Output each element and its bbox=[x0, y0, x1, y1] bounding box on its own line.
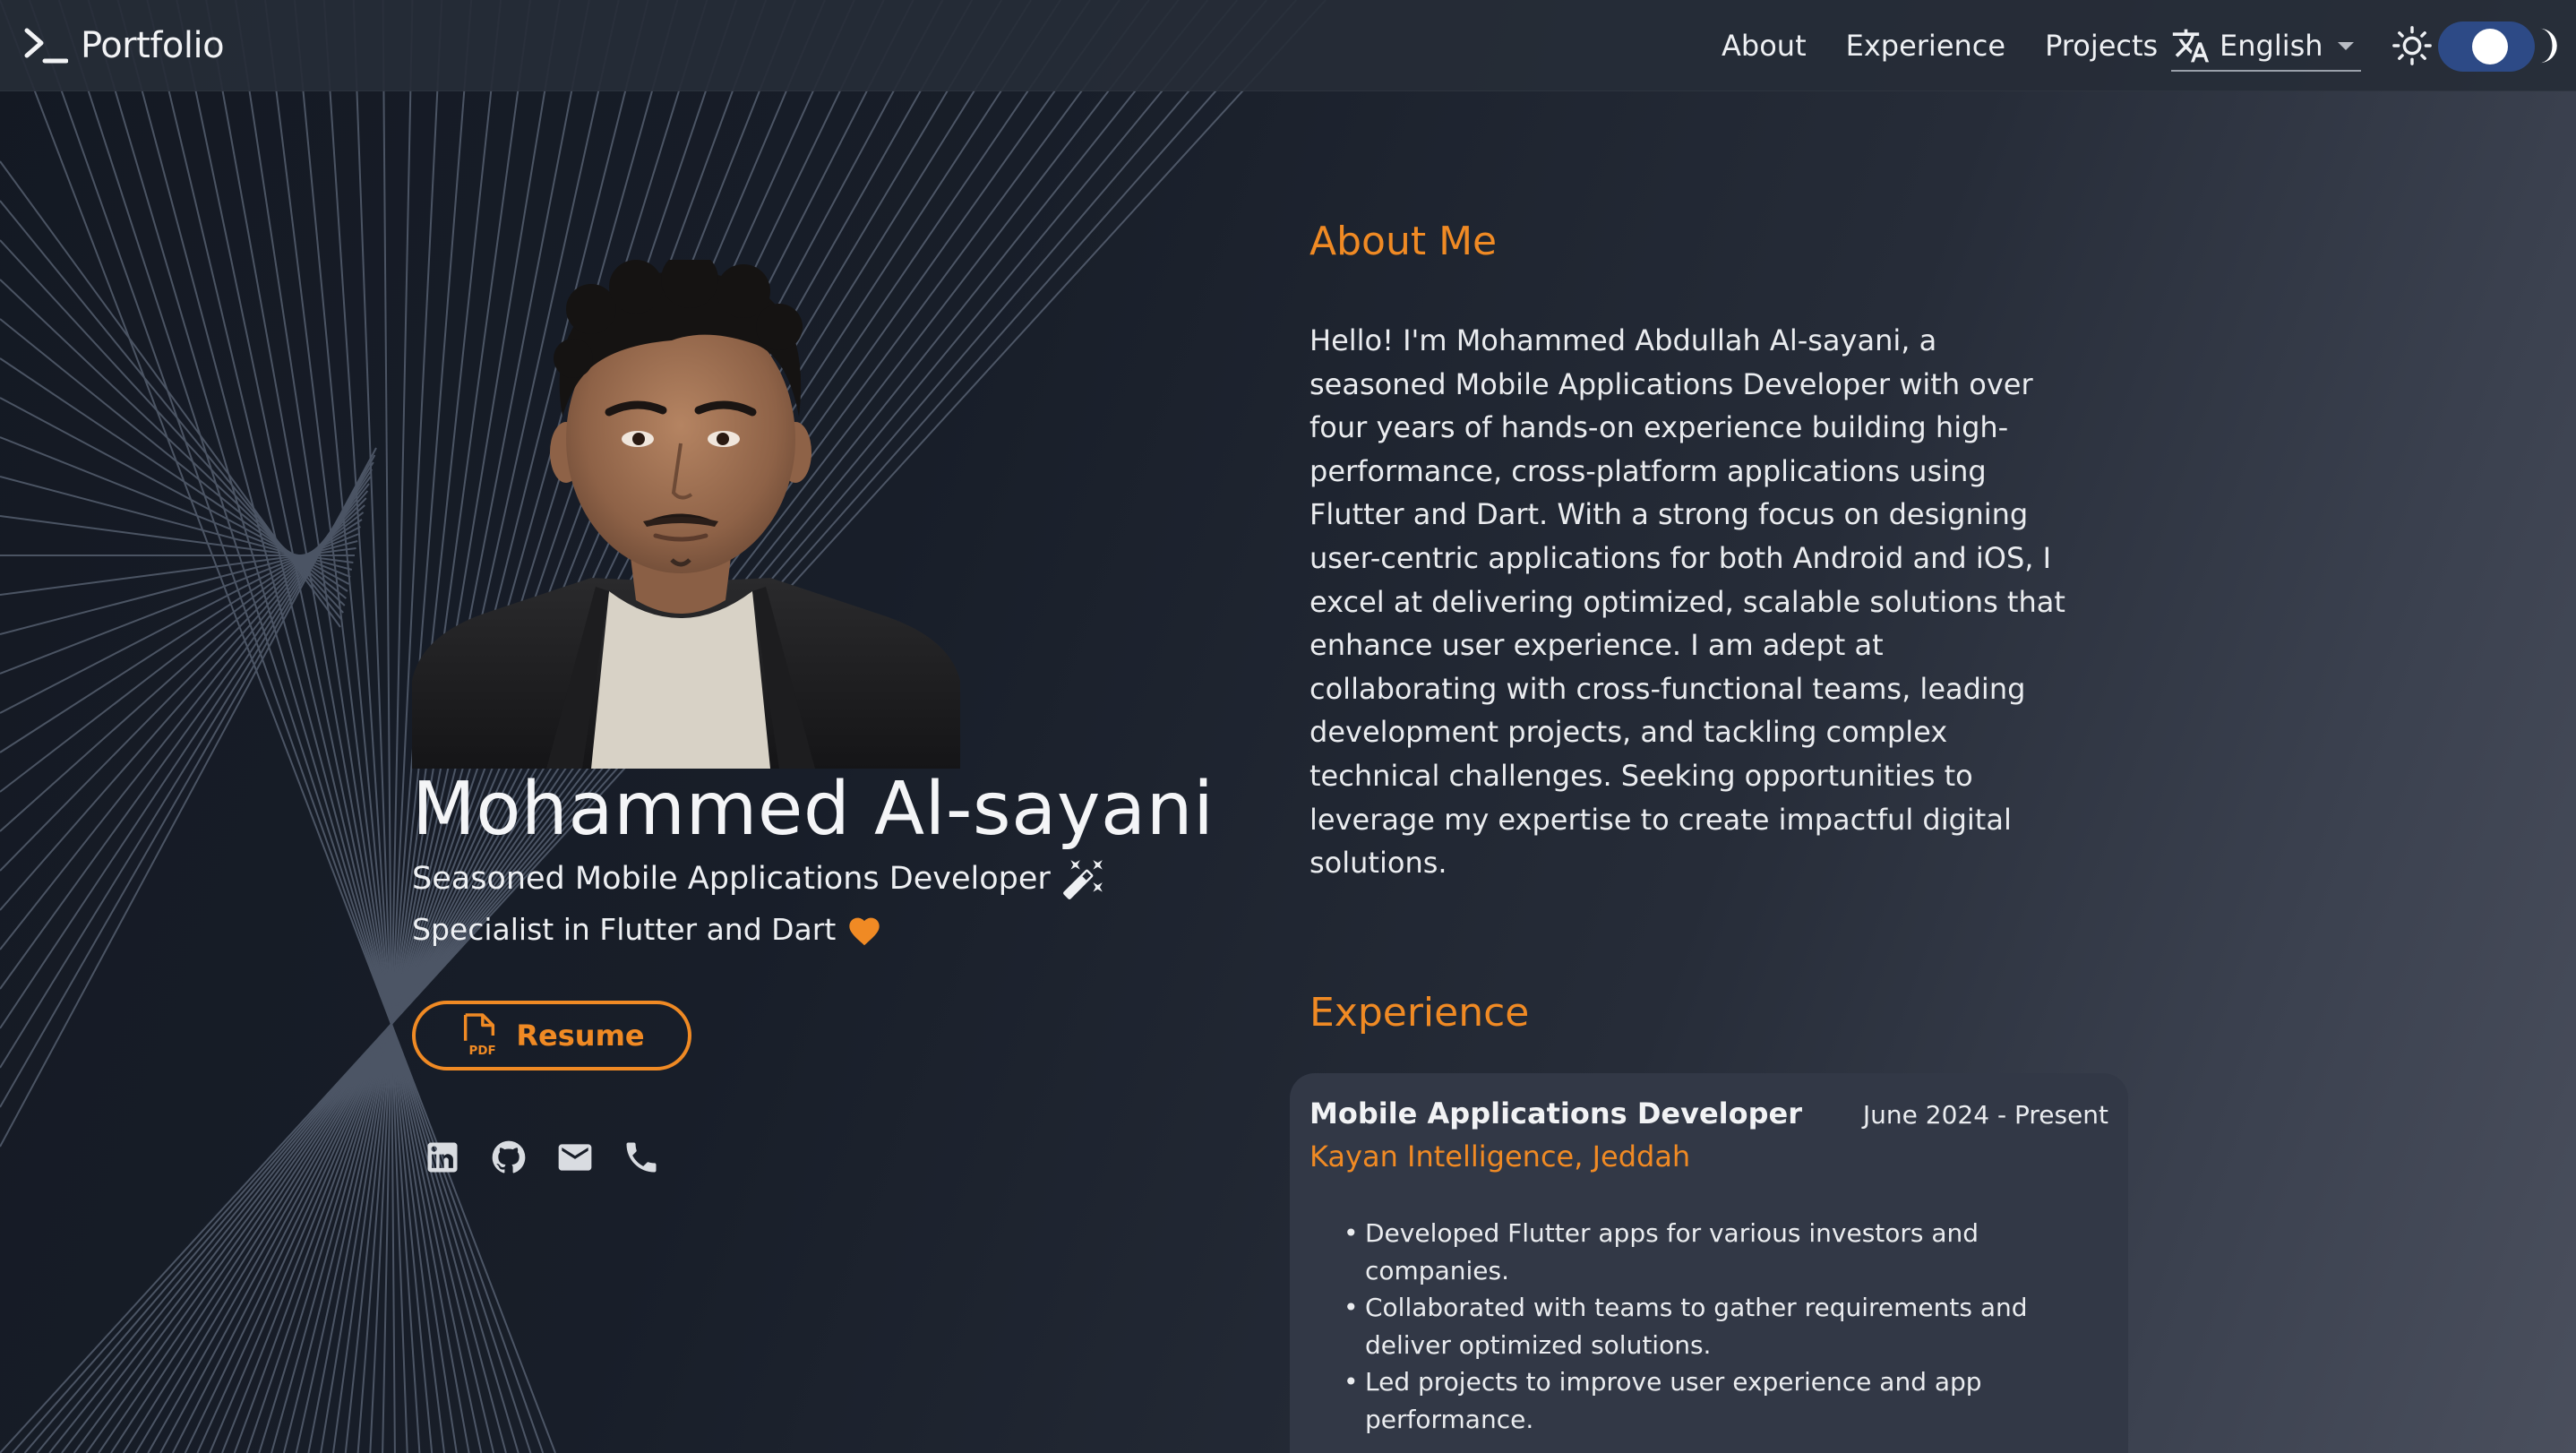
profile-tagline-text: Seasoned Mobile Applications Developer bbox=[412, 861, 1051, 897]
about-description: Hello! I'm Mohammed Abdullah Al-sayani, … bbox=[1309, 323, 2065, 881]
profile-tagline: Seasoned Mobile Applications Developer bbox=[412, 856, 1106, 901]
chevron-down-icon bbox=[2337, 42, 2354, 50]
pdf-file-icon: PDF bbox=[464, 1013, 496, 1058]
theme-toggle[interactable] bbox=[2438, 21, 2535, 72]
experience-card: Mobile Applications Developer June 2024 … bbox=[1290, 1073, 2128, 1453]
magic-wand-icon bbox=[1062, 860, 1103, 899]
background-line-art bbox=[0, 0, 1327, 1453]
navbar: Portfolio About Experience Projects Engl… bbox=[0, 0, 2576, 91]
profile-subtitle: Specialist in Flutter and Dart bbox=[412, 912, 882, 947]
experience-section-title: Experience bbox=[1309, 990, 1530, 1036]
moon-icon bbox=[2539, 28, 2557, 64]
linkedin-icon[interactable] bbox=[423, 1138, 462, 1177]
heart-icon bbox=[849, 917, 880, 945]
phone-icon[interactable] bbox=[622, 1138, 661, 1177]
nav-link-about[interactable]: About bbox=[1722, 29, 1807, 63]
resume-button-label: Resume bbox=[516, 1019, 645, 1053]
language-selected-label: English bbox=[2220, 29, 2323, 63]
profile-subtitle-text: Specialist in Flutter and Dart bbox=[412, 912, 837, 947]
about-section-title: About Me bbox=[1309, 219, 1498, 264]
job-dates: June 2024 - Present bbox=[1862, 1100, 2108, 1130]
job-bullet: Collaborated with teams to gather requir… bbox=[1344, 1289, 2082, 1363]
sun-icon bbox=[2392, 26, 2432, 65]
theme-toggle-knob bbox=[2472, 29, 2508, 64]
language-select[interactable]: English bbox=[2171, 21, 2361, 72]
resume-button[interactable]: PDF Resume bbox=[412, 1001, 691, 1070]
nav-link-projects[interactable]: Projects bbox=[2045, 29, 2158, 63]
github-icon[interactable] bbox=[489, 1138, 528, 1177]
job-bullet: Led projects to improve user experience … bbox=[1344, 1363, 2082, 1438]
profile-photo bbox=[412, 260, 960, 769]
svg-text:PDF: PDF bbox=[469, 1045, 496, 1058]
social-links bbox=[423, 1138, 661, 1177]
job-bullet-list: Developed Flutter apps for various inves… bbox=[1344, 1215, 2082, 1438]
job-bullet: Developed Flutter apps for various inves… bbox=[1344, 1215, 2082, 1289]
job-title: Mobile Applications Developer bbox=[1309, 1096, 1802, 1131]
job-company: Kayan Intelligence, Jeddah bbox=[1309, 1139, 1691, 1174]
brand-logo[interactable]: Portfolio bbox=[23, 20, 225, 72]
terminal-prompt-icon bbox=[24, 28, 68, 64]
nav-link-experience[interactable]: Experience bbox=[1846, 29, 2005, 63]
brand-name: Portfolio bbox=[81, 25, 225, 66]
profile-name: Mohammed Al-sayani bbox=[412, 767, 1215, 852]
translate-icon bbox=[2172, 29, 2210, 63]
nav-links: About Experience Projects bbox=[1722, 22, 2158, 69]
email-icon[interactable] bbox=[555, 1138, 595, 1177]
